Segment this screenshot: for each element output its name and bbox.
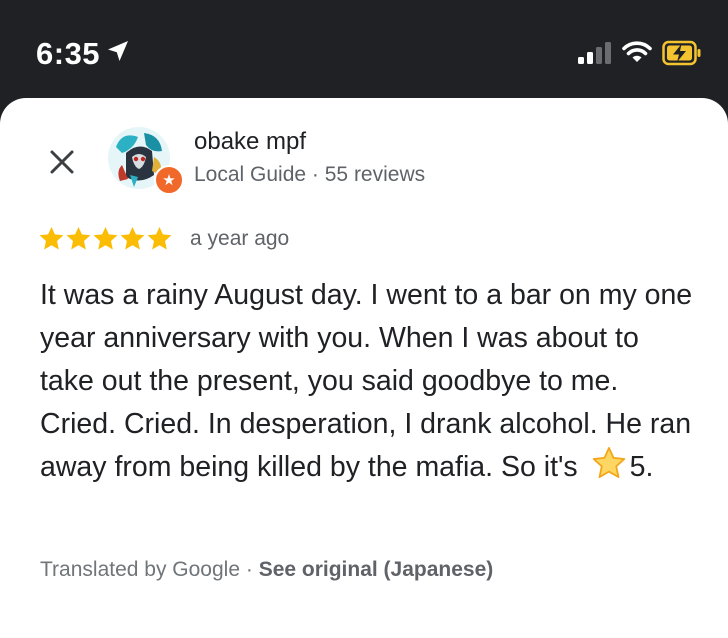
rating-star-icon <box>120 226 145 250</box>
close-button[interactable] <box>40 140 84 184</box>
rating-star-icon <box>66 226 91 250</box>
review-text: It was a rainy August day. I went to a b… <box>40 274 700 489</box>
reviewer-review-count: 55 reviews <box>324 163 426 186</box>
cellular-signal-icon <box>578 42 611 64</box>
wifi-icon <box>622 41 652 62</box>
translation-footer: Translated by Google · See original (Jap… <box>40 558 493 582</box>
footer-separator: · <box>240 558 259 581</box>
status-time: 6:35 <box>36 36 101 71</box>
rating-star-icon <box>147 226 172 250</box>
close-icon <box>50 150 74 174</box>
meta-separator: · <box>306 163 325 186</box>
reviewer-name[interactable]: obake mpf <box>194 128 306 156</box>
translated-label: Translated by Google <box>40 558 241 581</box>
status-bar: 6:35 <box>0 0 728 98</box>
star-rating <box>38 226 173 252</box>
see-original-link[interactable]: See original (Japanese) <box>259 558 494 581</box>
rating-star-icon <box>93 226 118 250</box>
location-arrow-icon <box>108 41 128 61</box>
review-age: a year ago <box>190 227 290 250</box>
reviewer-avatar-group[interactable]: ★ <box>108 127 184 195</box>
review-text-rating: 5. <box>629 451 654 483</box>
rating-star-icon <box>39 226 64 250</box>
star-emoji-icon <box>592 447 625 479</box>
local-guide-badge-icon: ★ <box>154 165 184 195</box>
reviewer-meta[interactable]: Local Guide · 55 reviews <box>194 163 425 187</box>
reviewer-role: Local Guide <box>194 163 307 186</box>
battery-charging-icon <box>662 40 701 66</box>
